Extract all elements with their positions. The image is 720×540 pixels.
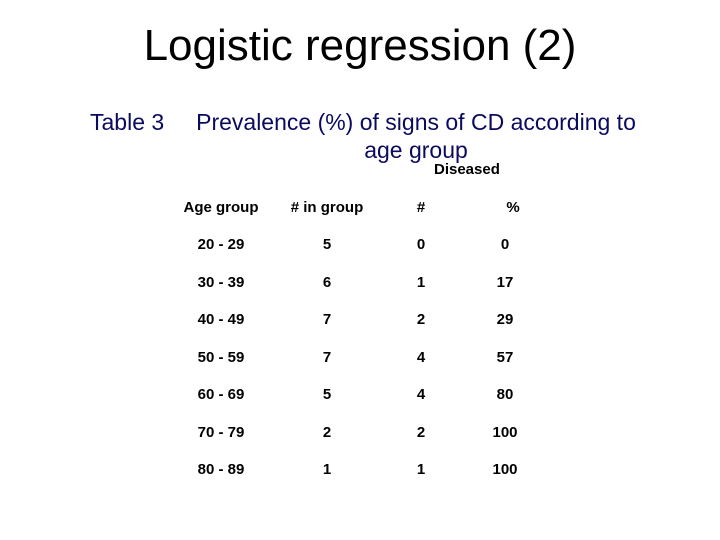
cell-diseased-count: 1 (416, 461, 426, 478)
cell-diseased-count: 4 (416, 386, 426, 403)
cell-age-group: 50 - 59 (197, 348, 245, 366)
cell-diseased-count: 2 (416, 311, 426, 328)
cell-diseased-count: 4 (416, 348, 426, 366)
cell-count-in-group: 1 (322, 461, 332, 478)
cell-count-in-group: 5 (322, 236, 332, 253)
cell-diseased-count: 1 (416, 273, 426, 291)
column-header-age-group: Age group (183, 199, 259, 216)
cell-age-group: 20 - 29 (197, 236, 245, 253)
table-caption-label: Table 3 (90, 109, 165, 135)
cell-count-in-group: 5 (322, 386, 332, 403)
table-caption-text: Prevalence (%) of signs of CD according … (196, 109, 636, 163)
cell-count-in-group: 6 (322, 273, 332, 291)
slide-title: Logistic regression (2) (143, 21, 577, 70)
diseased-group-header: Diseased (434, 161, 500, 178)
column-header-count-in-group: # in group (290, 199, 364, 216)
cell-age-group: 40 - 49 (197, 311, 245, 328)
cell-count-in-group: 7 (322, 348, 332, 366)
cell-diseased-count: 2 (416, 423, 426, 441)
column-header-diseased-percent: % (506, 199, 520, 216)
cell-diseased-percent: 80 (496, 386, 514, 403)
cell-count-in-group: 2 (322, 423, 332, 441)
cell-diseased-percent: 17 (496, 273, 514, 291)
cell-age-group: 60 - 69 (197, 386, 245, 403)
cell-age-group: 30 - 39 (197, 273, 245, 291)
cell-diseased-percent: 29 (496, 311, 514, 328)
cell-count-in-group: 7 (322, 311, 332, 328)
cell-diseased-percent: 100 (492, 423, 518, 441)
cell-age-group: 70 - 79 (197, 423, 245, 441)
cell-diseased-percent: 57 (496, 348, 514, 366)
cell-age-group: 80 - 89 (197, 461, 245, 478)
cell-diseased-percent: 0 (500, 236, 510, 253)
column-header-diseased-count: # (416, 199, 426, 216)
cell-diseased-percent: 100 (492, 461, 518, 478)
cell-diseased-count: 0 (416, 236, 426, 253)
